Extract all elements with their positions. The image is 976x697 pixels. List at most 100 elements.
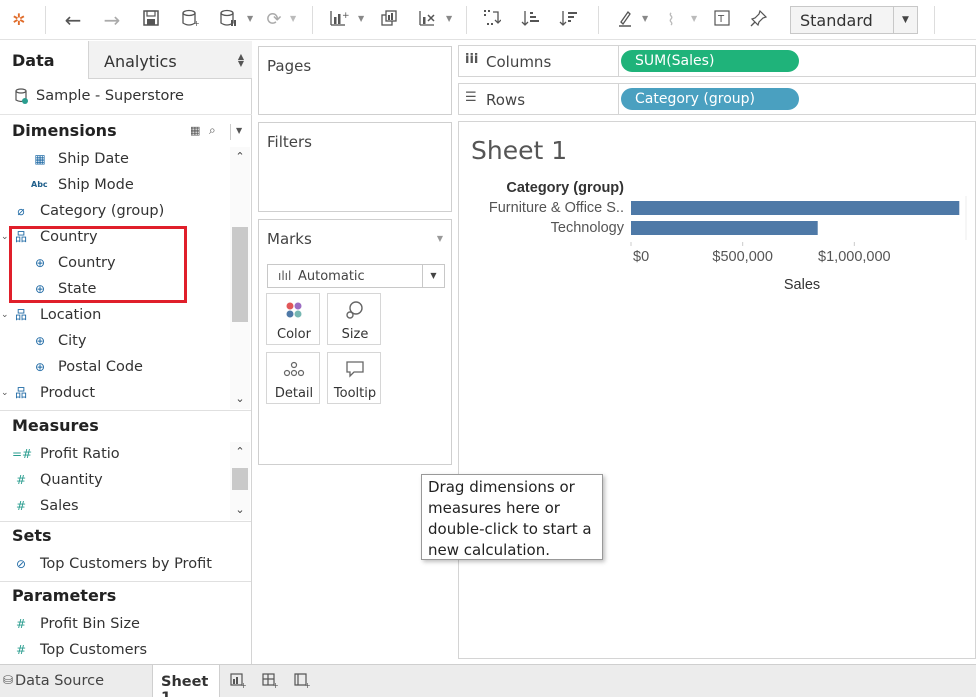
x-axis-title: Sales: [784, 277, 820, 293]
toolbar: ✲ ← → + ▼ ⟳ ▼ + ▼ ▼ ▼ ⌇ ▼ T Standard ▼: [0, 0, 976, 40]
field-label: Ship Date: [58, 151, 129, 167]
new-dashboard-icon[interactable]: +: [259, 671, 281, 691]
field-top-customers-by-profit[interactable]: ⊘ Top Customers by Profit: [0, 552, 250, 578]
measures-scrollbar[interactable]: ⌃ ⌄: [230, 442, 250, 520]
param-top-customers[interactable]: # Top Customers: [0, 638, 250, 664]
svg-text:T: T: [717, 14, 725, 25]
filters-shelf[interactable]: Filters: [258, 122, 452, 212]
chevron-down-icon[interactable]: ⌄: [230, 502, 250, 518]
pages-shelf[interactable]: Pages: [258, 46, 452, 115]
svg-text:+: +: [240, 681, 247, 689]
field-category-group[interactable]: ⌀ Category (group): [0, 199, 230, 225]
tooltip-button[interactable]: Tooltip: [327, 352, 381, 404]
number-icon: #: [15, 499, 27, 513]
bar[interactable]: [631, 221, 818, 235]
size-button[interactable]: Size: [327, 293, 381, 345]
param-profit-bin-size[interactable]: # Profit Bin Size: [0, 612, 250, 638]
popup-line: double-click to start a: [428, 520, 592, 538]
size-icon: [328, 300, 382, 320]
calc-hint-popup: Drag dimensions or measures here or doub…: [421, 474, 603, 560]
rows-shelf[interactable]: ☰ Rows Category (group): [458, 83, 976, 115]
field-label: Category (group): [40, 203, 165, 219]
field-sales[interactable]: # Sales: [0, 494, 230, 520]
field-postal-code[interactable]: ⊕ Postal Code: [0, 355, 230, 381]
mark-type-select[interactable]: ılıl Automatic ▼: [267, 264, 445, 288]
new-worksheet-icon[interactable]: +: [328, 9, 350, 31]
clear-sheet-icon[interactable]: [416, 9, 438, 31]
swap-rows-columns-icon[interactable]: [481, 9, 503, 31]
chevron-down-icon[interactable]: ▼: [437, 234, 443, 243]
highlight-annotation-box: [9, 226, 187, 303]
chevron-down-icon: ▼: [422, 265, 444, 287]
pause-auto-updates-icon[interactable]: [217, 9, 239, 31]
svg-text:+: +: [342, 11, 349, 21]
viz-area[interactable]: Sheet 1 Category (group) Furniture & Off…: [458, 121, 976, 659]
new-worksheet-icon[interactable]: +: [227, 671, 249, 691]
list-view-icon[interactable]: ▦: [190, 124, 200, 137]
datasource-row[interactable]: Sample - Superstore: [0, 79, 252, 115]
calendar-icon: ▦: [34, 152, 46, 166]
sort-ascending-icon[interactable]: [520, 9, 542, 31]
fix-axes-icon[interactable]: [748, 9, 770, 31]
hierarchy-icon: 品: [14, 308, 27, 322]
group-members-icon[interactable]: ⌇: [660, 9, 682, 31]
fit-select[interactable]: Standard ▼: [790, 6, 918, 34]
chevron-down-icon[interactable]: ⌄: [1, 388, 9, 398]
chevron-down-icon[interactable]: ▼: [236, 126, 242, 135]
field-quantity[interactable]: # Quantity: [0, 468, 230, 494]
field-label: Ship Mode: [58, 177, 134, 193]
sort-descending-icon[interactable]: [558, 9, 580, 31]
undo-icon[interactable]: ←: [62, 9, 84, 31]
sets-title: Sets: [12, 526, 52, 545]
scrollbar-thumb[interactable]: [232, 468, 248, 490]
dimensions-scrollbar[interactable]: ⌃ ⌄: [230, 147, 250, 409]
redo-icon[interactable]: →: [101, 9, 123, 31]
field-label: Location: [40, 307, 102, 323]
refresh-icon[interactable]: ⟳: [263, 9, 285, 31]
tab-data-source[interactable]: ⛁ Data Source: [0, 665, 150, 697]
columns-pill-sum-sales[interactable]: SUM(Sales): [621, 50, 799, 72]
bar[interactable]: [631, 201, 960, 215]
svg-text:+: +: [304, 681, 311, 689]
color-label: Color: [277, 327, 311, 342]
new-data-source-icon[interactable]: +: [179, 9, 201, 31]
globe-icon: ⊕: [34, 334, 46, 348]
chevron-down-icon[interactable]: ⌄: [230, 391, 250, 407]
tab-data[interactable]: Data: [0, 41, 88, 79]
show-mark-labels-icon[interactable]: T: [711, 9, 733, 31]
save-icon[interactable]: [140, 9, 162, 31]
hierarchy-product[interactable]: ⌄ 品 Product: [0, 381, 230, 407]
tableau-logo-icon[interactable]: ✲: [8, 9, 30, 31]
tab-analytics-label: Analytics: [104, 52, 177, 71]
chevron-down-icon[interactable]: ⌄: [1, 310, 9, 320]
highlight-icon[interactable]: [614, 9, 636, 31]
field-label: Top Customers by Profit: [40, 556, 212, 572]
chevron-up-icon[interactable]: ⌃: [230, 444, 250, 460]
color-button[interactable]: Color: [266, 293, 320, 345]
hierarchy-icon: 品: [14, 386, 27, 400]
number-icon: #: [15, 617, 27, 631]
tab-sheet-1[interactable]: Sheet 1: [152, 665, 220, 697]
detail-button[interactable]: Detail: [266, 352, 320, 404]
columns-shelf[interactable]: iii Columns SUM(Sales): [458, 45, 976, 77]
chevron-down-icon[interactable]: ⌄: [1, 232, 9, 242]
x-tick-label: $1,000,000: [818, 249, 891, 265]
color-dots-icon: [267, 300, 321, 320]
category-label: Furniture & Office S..: [489, 200, 624, 216]
rows-pill-category-group[interactable]: Category (group): [621, 88, 799, 110]
field-city[interactable]: ⊕ City: [0, 329, 230, 355]
duplicate-sheet-icon[interactable]: [378, 9, 400, 31]
search-icon[interactable]: ⌕: [209, 123, 216, 138]
tab-analytics[interactable]: Analytics ▲ ▼: [88, 41, 252, 79]
sheet-title: Sheet 1: [471, 136, 568, 165]
tab-data-source-label: Data Source: [15, 673, 105, 689]
field-label: Profit Bin Size: [40, 616, 140, 632]
field-profit-ratio[interactable]: =# Profit Ratio: [0, 442, 230, 468]
new-story-icon[interactable]: +: [291, 671, 313, 691]
chevron-up-icon[interactable]: ⌃: [230, 149, 250, 165]
scrollbar-thumb[interactable]: [232, 227, 248, 322]
field-ship-mode[interactable]: Abc Ship Mode: [0, 173, 230, 199]
popup-line: measures here or: [428, 499, 560, 517]
hierarchy-location[interactable]: ⌄ 品 Location: [0, 303, 230, 329]
field-ship-date[interactable]: ▦ Ship Date: [0, 147, 230, 173]
